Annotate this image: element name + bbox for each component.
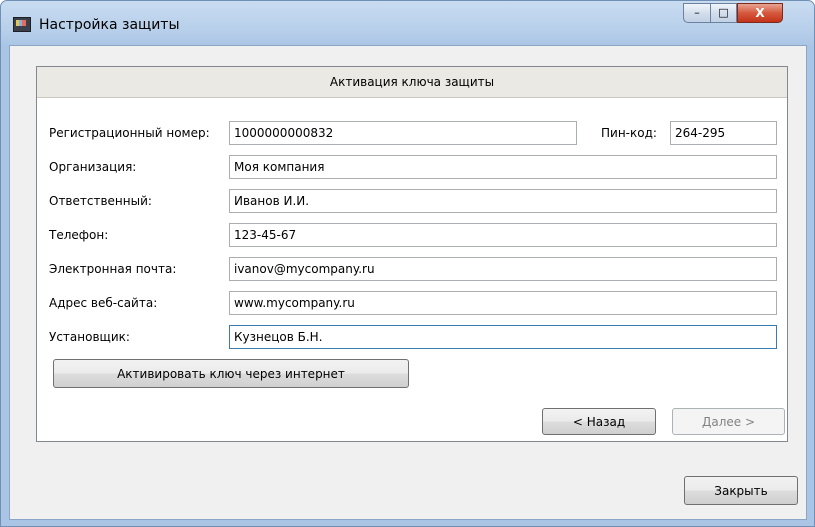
maximize-icon: □ xyxy=(718,6,729,19)
phone-label: Телефон: xyxy=(49,228,109,242)
activate-online-button[interactable]: Активировать ключ через интернет xyxy=(53,359,409,388)
responsible-field[interactable] xyxy=(229,189,777,213)
title-bar[interactable]: Настройка защиты – □ X xyxy=(1,1,814,45)
activation-panel: Активация ключа защиты Регистрационный н… xyxy=(36,66,788,442)
app-icon xyxy=(13,17,31,32)
organization-label: Организация: xyxy=(49,160,137,174)
maximize-button[interactable]: □ xyxy=(710,3,737,23)
window-title: Настройка защиты xyxy=(39,17,180,33)
close-window-button[interactable]: X xyxy=(737,3,783,23)
dialog-window: Настройка защиты – □ X Активация ключа з… xyxy=(0,0,815,527)
installer-label: Установщик: xyxy=(49,330,130,344)
pin-field[interactable] xyxy=(670,121,777,145)
website-label: Адрес веб-сайта: xyxy=(49,296,158,310)
pin-label: Пин-код: xyxy=(601,126,657,140)
minimize-button[interactable]: – xyxy=(683,3,710,23)
responsible-label: Ответственный: xyxy=(49,194,152,208)
phone-field[interactable] xyxy=(229,223,777,247)
reg-number-field[interactable] xyxy=(229,121,577,145)
installer-field[interactable] xyxy=(229,325,777,349)
close-button[interactable]: Закрыть xyxy=(684,476,798,505)
client-area: Активация ключа защиты Регистрационный н… xyxy=(9,45,807,520)
back-button[interactable]: < Назад xyxy=(542,408,656,435)
email-label: Электронная почта: xyxy=(49,262,177,276)
close-icon: X xyxy=(755,6,765,20)
website-field[interactable] xyxy=(229,291,777,315)
minimize-icon: – xyxy=(694,6,700,19)
email-field[interactable] xyxy=(229,257,777,281)
next-button[interactable]: Далее > xyxy=(672,408,785,435)
panel-header: Активация ключа защиты xyxy=(37,67,787,98)
reg-number-label: Регистрационный номер: xyxy=(49,126,210,140)
organization-field[interactable] xyxy=(229,155,777,179)
